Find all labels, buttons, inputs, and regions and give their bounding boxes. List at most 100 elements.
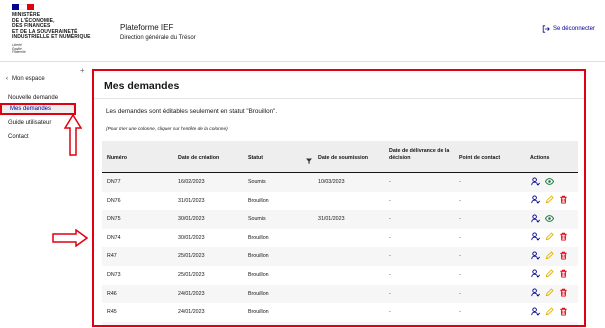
chevron-left-icon: ‹ [6, 76, 8, 82]
cell-date-creation: 30/01/2023 [178, 216, 205, 223]
row-actions [530, 213, 554, 223]
back-link[interactable]: ‹ Mon espace [6, 76, 45, 82]
col-actions: Actions [530, 155, 550, 161]
col-date-creation[interactable]: Date de création [178, 155, 219, 162]
col-statut[interactable]: Statut [248, 155, 263, 162]
cell-date-delivrance: - [389, 271, 391, 278]
pencil-icon[interactable] [544, 325, 554, 326]
cell-date-delivrance: - [389, 309, 391, 316]
flag-icon [12, 4, 34, 10]
cell-numero: DN76 [107, 197, 121, 204]
cell-point-contact: - [459, 179, 461, 185]
cell-date-creation: 25/01/2023 [178, 271, 205, 278]
logout-button[interactable]: Se déconnecter [542, 25, 595, 33]
table-row: DN75 30/01/2023 Soumis 31/01/2023 - - [102, 210, 578, 229]
table-row: DN73 25/01/2023 Brouillon - - [102, 265, 578, 285]
cell-point-contact: - [459, 216, 461, 223]
pencil-icon[interactable] [544, 232, 554, 242]
cell-point-contact: - [459, 309, 461, 316]
cell-numero: DN74 [107, 234, 121, 241]
cell-numero: DN77 [107, 179, 121, 185]
cell-statut: Brouillon [248, 234, 269, 241]
col-date-soumission[interactable]: Date de soumission [318, 155, 368, 162]
cell-numero: DN75 [107, 216, 121, 223]
cell-point-contact: - [459, 271, 461, 278]
cell-date-delivrance: - [389, 253, 391, 260]
cell-point-contact: - [459, 290, 461, 297]
cell-point-contact: - [459, 234, 461, 241]
person-assign-icon[interactable] [530, 250, 540, 260]
info-text: Les demandes sont éditables seulement en… [106, 108, 278, 115]
cell-date-creation: 25/01/2023 [178, 253, 205, 260]
cell-statut: Brouillon [248, 309, 269, 316]
cell-statut: Brouillon [248, 197, 269, 204]
trash-icon[interactable] [558, 325, 568, 326]
pencil-icon[interactable] [544, 269, 554, 279]
trash-icon[interactable] [558, 250, 568, 260]
logout-icon [542, 25, 550, 33]
table-row: DN74 30/01/2023 Brouillon - - [102, 228, 578, 248]
table-row: R45 24/01/2023 Brouillon - - [102, 303, 578, 322]
annotation-arrow-up-icon [64, 114, 82, 156]
trash-icon[interactable] [558, 195, 568, 205]
row-actions [530, 269, 568, 279]
requests-table: Numéro Date de création Statut Date de s… [102, 141, 578, 326]
service-tagline: Direction générale du Trésor [120, 35, 196, 41]
eye-icon[interactable] [544, 213, 554, 223]
eye-icon[interactable] [544, 176, 554, 186]
pencil-icon[interactable] [544, 250, 554, 260]
table-row: R47 25/01/2023 Brouillon - - [102, 247, 578, 266]
col-point-contact[interactable]: Point de contact [459, 155, 500, 162]
col-date-delivrance[interactable]: Date de délivrance de la décision [389, 148, 457, 161]
table-row: DN77 16/02/2023 Soumis 10/03/2023 - - [102, 173, 578, 192]
logout-label: Se déconnecter [552, 26, 595, 32]
filter-icon[interactable] [306, 158, 312, 166]
cell-numero: R47 [107, 253, 117, 260]
table-header: Numéro Date de création Statut Date de s… [102, 141, 578, 173]
cell-numero: R46 [107, 290, 117, 297]
col-numero[interactable]: Numéro [107, 155, 127, 162]
cell-date-delivrance: - [389, 179, 391, 185]
trash-icon[interactable] [558, 232, 568, 242]
person-assign-icon[interactable] [530, 288, 540, 298]
ministry-logo[interactable]: MINISTÈRE DE L'ÉCONOMIE, DES FINANCES ET… [12, 12, 91, 41]
person-assign-icon[interactable] [530, 232, 540, 242]
cell-statut: Soumis [248, 216, 266, 223]
sidebar-item-contact[interactable]: Contact [8, 131, 29, 143]
person-assign-icon[interactable] [530, 213, 540, 223]
service-title[interactable]: Plateforme IEF [120, 23, 173, 32]
cell-date-delivrance: - [389, 234, 391, 241]
cell-date-creation: 30/01/2023 [178, 234, 205, 241]
trash-icon[interactable] [558, 306, 568, 316]
cell-date-creation: 31/01/2023 [178, 197, 205, 204]
pencil-icon[interactable] [544, 288, 554, 298]
cell-point-contact: - [459, 197, 461, 204]
person-assign-icon[interactable] [530, 176, 540, 186]
row-actions [530, 176, 554, 186]
trash-icon[interactable] [558, 269, 568, 279]
table-body: DN77 16/02/2023 Soumis 10/03/2023 - - DN76 31/0… [102, 173, 578, 326]
person-assign-icon[interactable] [530, 325, 540, 326]
expand-icon[interactable]: + [80, 66, 85, 75]
pencil-icon[interactable] [544, 195, 554, 205]
person-assign-icon[interactable] [530, 306, 540, 316]
back-label: Mon espace [12, 76, 45, 82]
cell-date-creation: 24/01/2023 [178, 290, 205, 297]
annotation-arrow-right-icon [52, 229, 88, 247]
person-assign-icon[interactable] [530, 269, 540, 279]
republic-motto: Liberté Égalité Fraternité [12, 43, 26, 55]
cell-date-delivrance: - [389, 197, 391, 204]
row-actions [530, 306, 568, 316]
table-row: R46 24/01/2023 Brouillon - - [102, 284, 578, 304]
sidebar-item-guide-utilisateur[interactable]: Guide utilisateur [8, 117, 51, 129]
trash-icon[interactable] [558, 288, 568, 298]
person-assign-icon[interactable] [530, 195, 540, 205]
row-actions [530, 232, 568, 242]
main-content: Mes demandes Les demandes sont éditables… [92, 69, 586, 327]
row-actions [530, 195, 568, 205]
table-row: DN76 31/01/2023 Brouillon - - [102, 191, 578, 211]
cell-point-contact: - [459, 253, 461, 260]
row-actions [530, 250, 568, 260]
pencil-icon[interactable] [544, 306, 554, 316]
divider [94, 98, 584, 99]
